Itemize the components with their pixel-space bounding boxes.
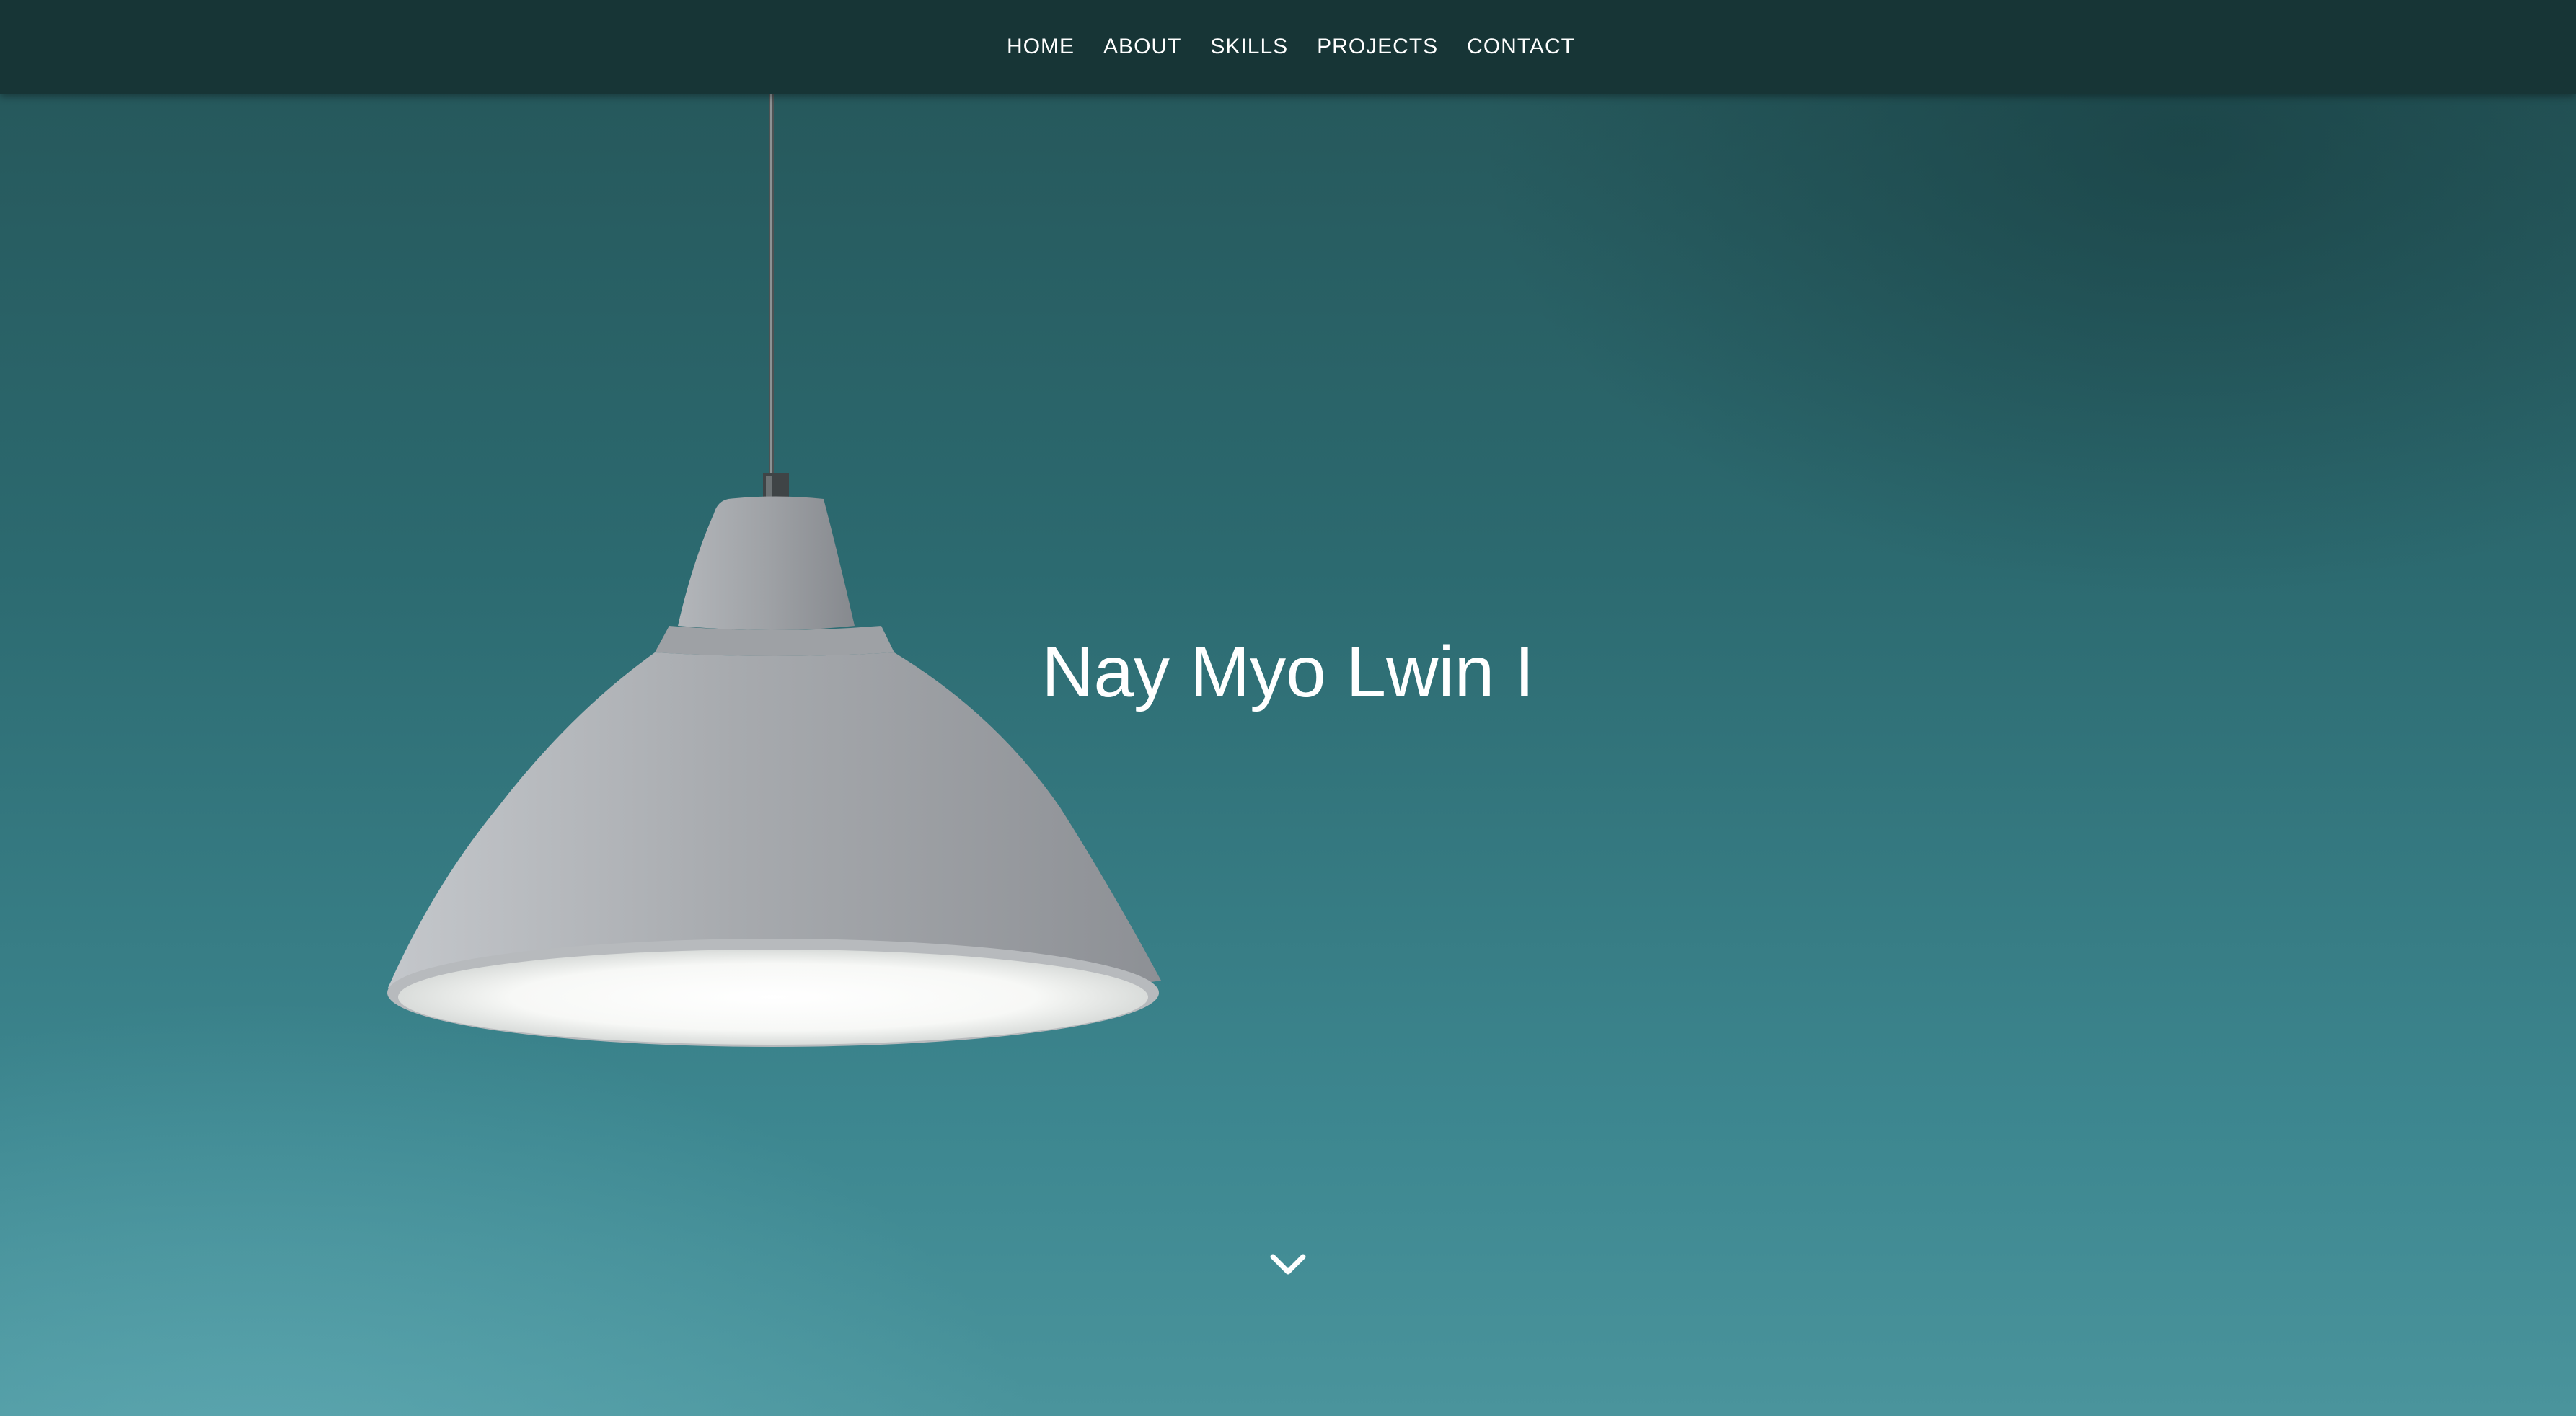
nav-links: HOME ABOUT SKILLS PROJECTS CONTACT — [1005, 29, 1576, 65]
hero-title: Nay Myo Lwin I — [1041, 632, 1535, 712]
nav-link-about[interactable]: ABOUT — [1102, 29, 1183, 65]
chevron-down-icon — [1270, 1254, 1306, 1275]
top-navbar: HOME ABOUT SKILLS PROJECTS CONTACT — [0, 0, 2576, 94]
scroll-down-button[interactable] — [1266, 1247, 1310, 1282]
nav-link-skills[interactable]: SKILLS — [1209, 29, 1289, 65]
page: HOME ABOUT SKILLS PROJECTS CONTACT Nay M… — [0, 0, 2576, 1416]
nav-link-home[interactable]: HOME — [1005, 29, 1076, 65]
nav-link-projects[interactable]: PROJECTS — [1315, 29, 1439, 65]
nav-link-contact[interactable]: CONTACT — [1465, 29, 1576, 65]
